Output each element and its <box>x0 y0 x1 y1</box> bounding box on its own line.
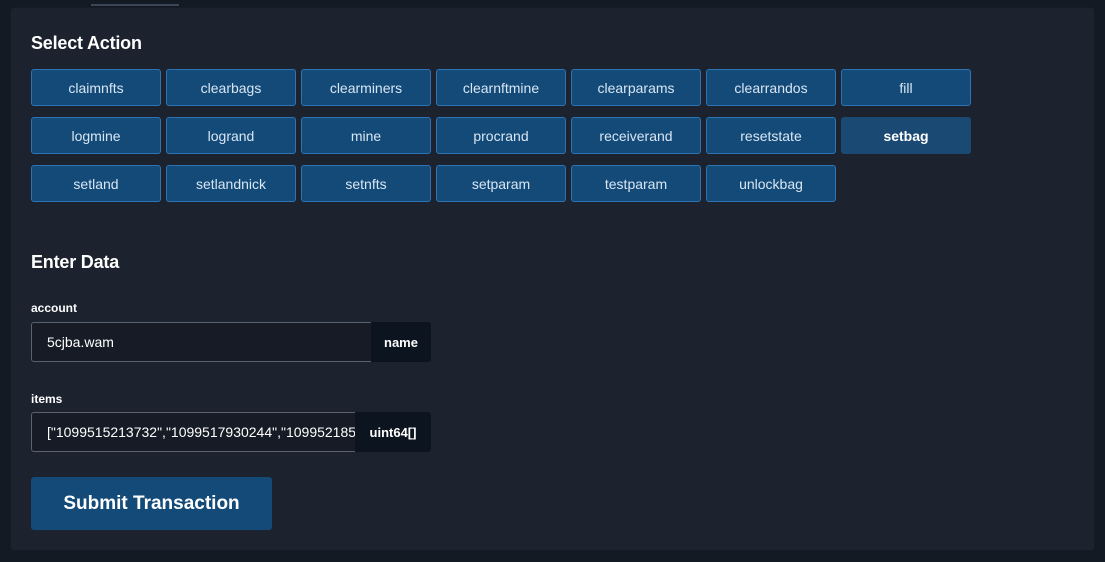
action-panel: Select Action claimnfts clearbags clearm… <box>11 8 1094 550</box>
action-button-clearnftmine[interactable]: clearnftmine <box>436 69 566 106</box>
submit-transaction-button[interactable]: Submit Transaction <box>31 477 272 530</box>
action-button-logmine[interactable]: logmine <box>31 117 161 154</box>
items-input[interactable]: ["1099515213732","1099517930244","109952… <box>31 412 356 452</box>
action-button-receiverand[interactable]: receiverand <box>571 117 701 154</box>
select-action-heading: Select Action <box>31 33 142 53</box>
action-button-fill[interactable]: fill <box>841 69 971 106</box>
action-button-testparam[interactable]: testparam <box>571 165 701 202</box>
items-type-badge: uint64[] <box>355 412 431 452</box>
enter-data-heading: Enter Data <box>31 252 120 272</box>
action-button-grid: claimnfts clearbags clearminers clearnft… <box>31 69 971 202</box>
action-button-setlandnick[interactable]: setlandnick <box>166 165 296 202</box>
account-type-badge: name <box>371 322 431 362</box>
action-button-clearminers[interactable]: clearminers <box>301 69 431 106</box>
action-button-clearbags[interactable]: clearbags <box>166 69 296 106</box>
action-button-logrand[interactable]: logrand <box>166 117 296 154</box>
action-button-unlockbag[interactable]: unlockbag <box>706 165 836 202</box>
action-button-setnfts[interactable]: setnfts <box>301 165 431 202</box>
account-input[interactable]: 5cjba.wam <box>31 322 372 362</box>
account-field-label: account <box>31 301 78 315</box>
action-button-claimnfts[interactable]: claimnfts <box>31 69 161 106</box>
action-button-setbag[interactable]: setbag <box>841 117 971 154</box>
action-button-setland[interactable]: setland <box>31 165 161 202</box>
action-button-resetstate[interactable]: resetstate <box>706 117 836 154</box>
action-button-mine[interactable]: mine <box>301 117 431 154</box>
top-tab-indicator <box>91 4 179 6</box>
action-button-clearparams[interactable]: clearparams <box>571 69 701 106</box>
action-button-clearrandos[interactable]: clearrandos <box>706 69 836 106</box>
action-button-procrand[interactable]: procrand <box>436 117 566 154</box>
items-field-label: items <box>31 392 63 406</box>
action-button-setparam[interactable]: setparam <box>436 165 566 202</box>
